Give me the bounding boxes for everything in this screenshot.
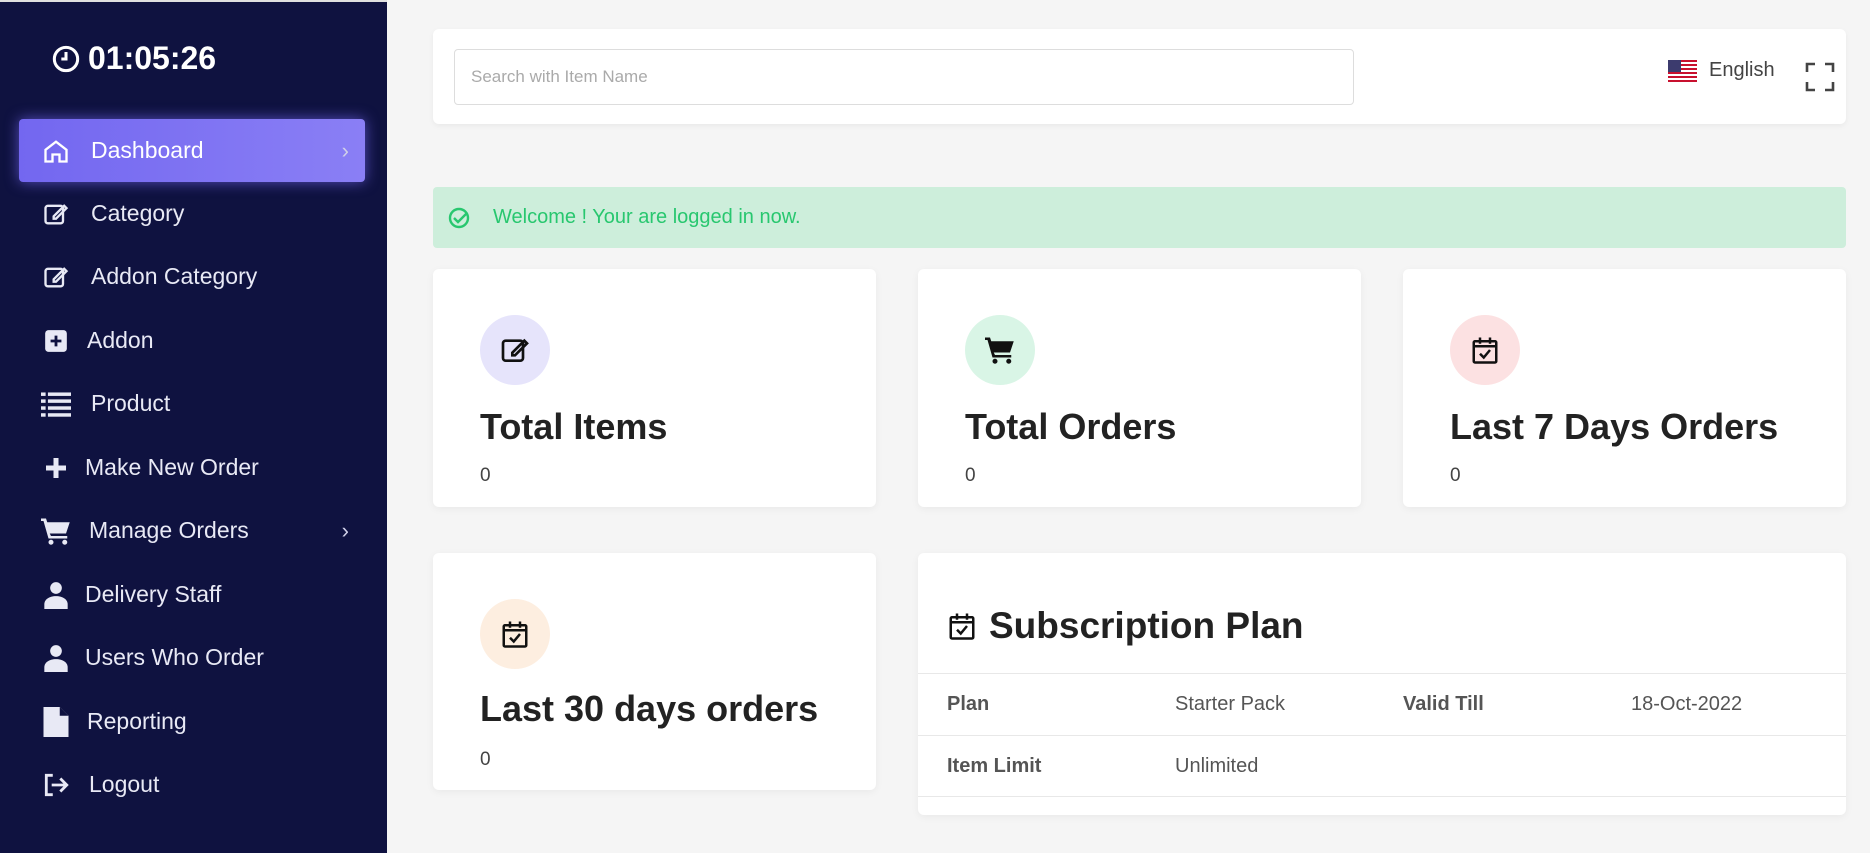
subscription-title: Subscription Plan [989, 605, 1304, 646]
sidebar: 01:05:26 Dashboard › Category Addon Cate… [0, 0, 387, 853]
language-selector[interactable]: English [1668, 59, 1775, 82]
edit-icon [41, 262, 71, 292]
sidebar-item-users-who-order[interactable]: Users Who Order [19, 626, 365, 689]
language-label: English [1709, 59, 1775, 81]
subscription-header: Subscription Plan [947, 605, 1304, 647]
stat-value: 0 [1450, 465, 1461, 486]
user-icon [41, 643, 71, 673]
calendar-check-icon [1450, 315, 1520, 385]
stat-value: 0 [480, 465, 491, 486]
sidebar-item-label: Make New Order [85, 454, 259, 480]
sidebar-item-label: Logout [89, 771, 160, 797]
sidebar-item-label: Manage Orders [89, 517, 249, 543]
search-input[interactable] [454, 49, 1354, 105]
clock-icon [52, 45, 80, 72]
edit-icon [480, 315, 550, 385]
sidebar-item-category[interactable]: Category [19, 182, 365, 245]
table-cell-value: Starter Pack [1175, 693, 1286, 715]
sidebar-item-label: Dashboard [91, 137, 204, 163]
table-cell-value: Unlimited [1175, 754, 1259, 777]
sidebar-item-label: Users Who Order [85, 644, 264, 670]
sidebar-item-label: Reporting [87, 708, 187, 734]
home-icon [41, 136, 71, 166]
stat-title: Last 30 days orders [480, 688, 819, 729]
sidebar-item-label: Product [91, 390, 171, 416]
alert-message: Welcome ! Your are logged in now. [493, 206, 801, 228]
clock-time: 01:05:26 [88, 40, 217, 76]
plus-icon [41, 453, 71, 483]
sidebar-item-label: Delivery Staff [85, 581, 222, 607]
table-row: Plan Starter Pack Valid Till 18-Oct-2022 [918, 673, 1846, 735]
list-icon [41, 389, 71, 419]
stat-title: Total Orders [965, 406, 1177, 447]
stat-title: Total Items [480, 406, 668, 447]
calendar-check-icon [480, 599, 550, 669]
stat-card-last-30-days: Last 30 days orders 0 [433, 553, 876, 790]
fullscreen-icon[interactable] [1805, 62, 1835, 92]
sidebar-item-manage-orders[interactable]: Manage Orders › [19, 499, 365, 562]
sidebar-item-addon-category[interactable]: Addon Category [19, 245, 365, 308]
table-cell-key: Valid Till [1403, 693, 1484, 715]
sidebar-item-dashboard[interactable]: Dashboard › [19, 119, 365, 182]
sidebar-item-addon[interactable]: Addon [19, 309, 365, 372]
chevron-right-icon: › [341, 517, 349, 543]
stat-value: 0 [480, 749, 491, 770]
cart-icon [41, 516, 71, 546]
file-icon [41, 706, 71, 737]
table-row: Item Limit Unlimited [918, 735, 1846, 797]
subscription-plan-card: Subscription Plan Plan Starter Pack Vali… [918, 553, 1846, 815]
sidebar-item-label: Category [91, 200, 185, 226]
welcome-alert: Welcome ! Your are logged in now. [433, 187, 1846, 248]
stat-card-last-7-days: Last 7 Days Orders 0 [1403, 269, 1846, 507]
sidebar-item-label: Addon Category [91, 263, 258, 289]
stat-value: 0 [965, 465, 976, 486]
sidebar-item-delivery-staff[interactable]: Delivery Staff [19, 563, 365, 626]
stat-card-total-items: Total Items 0 [433, 269, 876, 507]
sidebar-item-logout[interactable]: Logout [19, 753, 365, 816]
chevron-right-icon: › [341, 137, 349, 163]
cart-icon [965, 315, 1035, 385]
edit-icon [41, 199, 71, 229]
check-circle-icon [447, 206, 471, 230]
sidebar-item-label: Addon [87, 327, 154, 353]
user-icon [41, 580, 71, 610]
table-cell-key: Plan [947, 693, 990, 715]
us-flag-icon [1668, 59, 1697, 82]
sidebar-item-product[interactable]: Product [19, 372, 365, 435]
stat-card-total-orders: Total Orders 0 [918, 269, 1361, 507]
logout-icon [41, 770, 71, 800]
table-cell-value: 18-Oct-2022 [1631, 693, 1743, 715]
plus-square-icon [41, 326, 71, 356]
sidebar-item-make-new-order[interactable]: Make New Order [19, 436, 365, 499]
clock: 01:05:26 [52, 40, 216, 77]
subscription-table: Plan Starter Pack Valid Till 18-Oct-2022… [918, 673, 1846, 797]
top-bar: English [433, 29, 1846, 124]
stat-title: Last 7 Days Orders [1450, 406, 1779, 447]
calendar-check-icon [949, 613, 975, 640]
sidebar-item-reporting[interactable]: Reporting [19, 690, 365, 753]
table-cell-key: Item Limit [947, 754, 1042, 777]
